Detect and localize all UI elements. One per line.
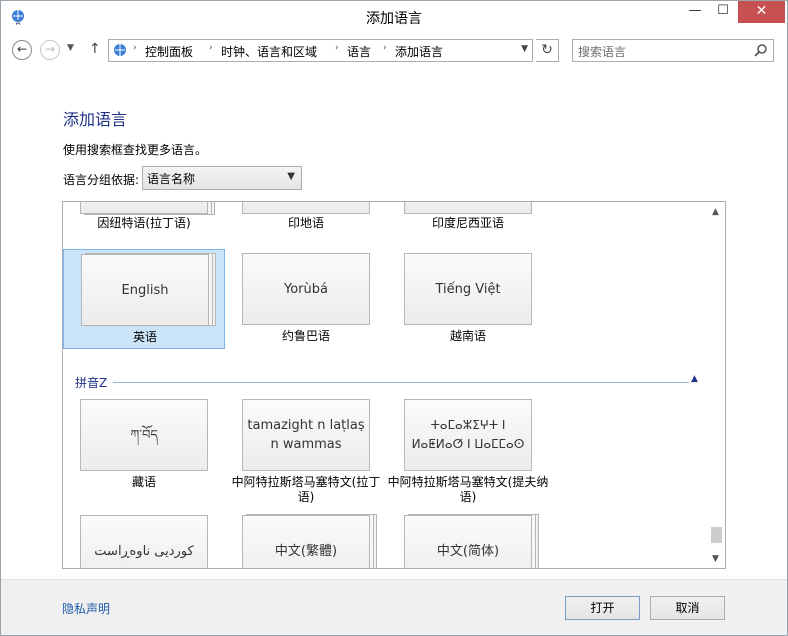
language-tile-card — [80, 202, 208, 214]
language-tile-name: 印地语 — [287, 216, 324, 230]
recent-locations-chevron-icon[interactable]: ▼ — [67, 43, 74, 53]
language-tile-card: ཀ་བོད — [80, 399, 208, 471]
language-tile-card — [404, 202, 532, 214]
cancel-button[interactable]: 取消 — [650, 596, 725, 620]
language-tile-yoruba[interactable]: Yorùbá 约鲁巴语 — [225, 249, 387, 349]
group-by-value: 语言名称 — [147, 172, 196, 186]
language-tile-tibetan[interactable]: ཀ་བོད 藏语 — [63, 395, 225, 495]
language-tile-card: ⵜⴰⵎⴰⵣⵉⵖⵜ ⵏ ⵍⴰⵟⵍⴰⵚ ⵏ ⵡⴰⵎⵎⴰⵙ — [404, 399, 532, 471]
language-tile-name: 越南语 — [449, 329, 486, 343]
breadcrumb-language[interactable]: 语言 — [347, 43, 371, 60]
breadcrumb-separator-icon[interactable]: › — [335, 43, 339, 53]
search-placeholder: 搜索语言 — [578, 45, 627, 59]
back-button[interactable]: ← — [12, 40, 32, 60]
section-header-z: 拼音Z — [75, 376, 108, 390]
language-tile-card: 中文(繁體) — [242, 515, 370, 568]
privacy-statement-link[interactable]: 隐私声明 — [62, 600, 110, 617]
page-title: 添加语言 — [63, 110, 128, 129]
language-tile[interactable]: 印度尼西亚语 — [387, 202, 549, 234]
chevron-down-icon: ▼ — [287, 171, 295, 182]
language-tile-name: 约鲁巴语 — [281, 329, 330, 343]
address-bar[interactable]: › 控制面板 › 时钟、语言和区域 › 语言 › 添加语言 ▼ — [108, 39, 533, 62]
breadcrumb-add-language[interactable]: 添加语言 — [395, 43, 443, 60]
language-tile-card: 中文(简体) — [404, 515, 532, 568]
language-tile[interactable]: 因纽特语(拉丁语) — [63, 202, 225, 234]
section-divider — [113, 382, 689, 383]
open-button[interactable]: 打开 — [565, 596, 640, 620]
maximize-button[interactable]: ☐ — [709, 1, 737, 23]
language-tile-name: 中阿特拉斯塔马塞特文(提夫纳语) — [387, 475, 549, 504]
language-tile-english[interactable]: English 英语 — [63, 249, 225, 349]
language-tile-name: 印度尼西亚语 — [431, 216, 504, 230]
up-arrow-icon[interactable]: ↑ — [89, 41, 101, 57]
language-tile-chinese-traditional[interactable]: 中文(繁體) — [225, 511, 387, 568]
language-tile-name: 中阿特拉斯塔马塞特文(拉丁语) — [231, 475, 381, 504]
scroll-down-arrow-icon[interactable]: ▼ — [712, 554, 719, 564]
title-bar: A 添加语言 — ☐ ✕ — [1, 1, 787, 33]
language-tile-name: 因纽特语(拉丁语) — [97, 216, 191, 230]
language-tile-card: Tiếng Việt — [404, 253, 532, 325]
breadcrumb-control-panel[interactable]: 控制面板 — [145, 43, 193, 60]
breadcrumb-separator-icon[interactable]: › — [209, 43, 213, 53]
language-tile-name: 藏语 — [131, 475, 156, 489]
scrollbar-thumb[interactable] — [711, 527, 722, 543]
window-title: 添加语言 — [366, 11, 422, 27]
language-tile-card: English — [81, 254, 209, 326]
minimize-button[interactable]: — — [681, 1, 709, 23]
search-input[interactable]: 搜索语言 — [572, 39, 774, 62]
close-button[interactable]: ✕ — [738, 1, 785, 23]
search-hint-text: 使用搜索框查找更多语言。 — [63, 143, 208, 157]
search-icon[interactable] — [754, 43, 768, 57]
language-tile-vietnamese[interactable]: Tiếng Việt 越南语 — [387, 249, 549, 349]
list-scrollbar[interactable]: ▲ ▼ — [708, 202, 725, 568]
collapse-section-chevron-icon[interactable]: ▲ — [691, 374, 698, 384]
refresh-button[interactable]: ↻ — [536, 39, 559, 62]
language-tile-tamazight-latin[interactable]: tamazight n laṭlaṣ n wammas 中阿特拉斯塔马塞特文(拉… — [225, 395, 387, 504]
address-dropdown-chevron-icon[interactable]: ▼ — [521, 44, 528, 54]
language-tile-central-kurdish[interactable]: کوردیی ناوەڕاست — [63, 511, 225, 568]
language-tile-tamazight-tifinagh[interactable]: ⵜⴰⵎⴰⵣⵉⵖⵜ ⵏ ⵍⴰⵟⵍⴰⵚ ⵏ ⵡⴰⵎⵎⴰⵙ 中阿特拉斯塔马塞特文(提夫… — [387, 395, 549, 504]
language-tile-card: tamazight n laṭlaṣ n wammas — [242, 399, 370, 471]
language-tile[interactable]: 印地语 — [225, 202, 387, 234]
breadcrumb-separator-icon[interactable]: › — [133, 43, 137, 53]
scroll-up-arrow-icon[interactable]: ▲ — [712, 207, 719, 217]
language-list[interactable]: 因纽特语(拉丁语) 印地语 印度尼西亚语 English 英语 Yorùbá 约… — [62, 201, 726, 569]
navigation-bar: ← → ▼ ↑ › 控制面板 › 时钟、语言和区域 › 语言 › 添加语言 ▼ … — [1, 37, 787, 65]
language-tile-card: Yorùbá — [242, 253, 370, 325]
group-by-select[interactable]: 语言名称 ▼ — [142, 166, 302, 190]
language-tile-card: کوردیی ناوەڕاست — [80, 515, 208, 568]
add-language-window: A 添加语言 — ☐ ✕ ← → ▼ ↑ › 控制面板 › 时钟、语言和区域 ›… — [0, 0, 788, 636]
language-tile-name: 英语 — [132, 330, 157, 344]
forward-button[interactable]: → — [40, 40, 60, 60]
control-panel-icon — [114, 44, 126, 56]
breadcrumb-clock-language-region[interactable]: 时钟、语言和区域 — [221, 43, 317, 60]
group-by-label: 语言分组依据: — [63, 173, 140, 187]
language-tile-chinese-simplified[interactable]: 中文(简体) — [387, 511, 549, 568]
dialog-footer: 隐私声明 打开 取消 — [1, 579, 787, 635]
language-tile-card — [242, 202, 370, 214]
breadcrumb-separator-icon[interactable]: › — [383, 43, 387, 53]
